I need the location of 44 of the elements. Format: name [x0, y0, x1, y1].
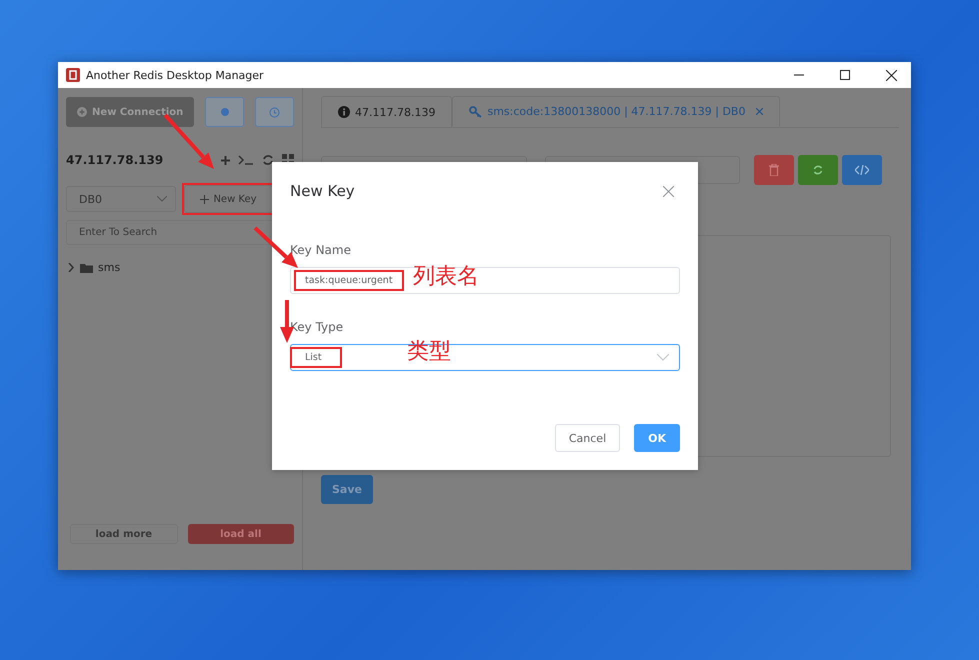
load-more-button[interactable]: load more [70, 524, 178, 544]
refresh-icon [813, 165, 823, 175]
app-logo-icon [66, 68, 80, 82]
refresh-icon[interactable] [262, 154, 274, 166]
key-icon [469, 106, 482, 118]
close-icon[interactable] [663, 186, 674, 196]
settings-button[interactable] [205, 97, 244, 127]
code-icon [855, 165, 869, 175]
dialog-title: New Key [290, 182, 355, 200]
folder-icon [80, 262, 93, 272]
load-all-button[interactable]: load all [188, 524, 294, 544]
annotation-label: 类型 [407, 341, 451, 363]
host-name: 47.117.78.139 [66, 153, 164, 167]
chevron-right-icon [68, 263, 75, 272]
refresh-button[interactable] [798, 155, 838, 185]
new-connection-button[interactable]: New Connection [66, 97, 194, 127]
code-button[interactable] [842, 155, 882, 185]
maximize-icon [840, 70, 850, 80]
field-value: task:queue:urgent [305, 275, 393, 286]
trash-icon [769, 164, 779, 176]
field-label: Key Name [290, 243, 352, 257]
clock-icon [269, 106, 280, 118]
close-icon[interactable] [756, 108, 764, 115]
save-button[interactable]: Save [321, 475, 373, 504]
annotation-arrow [164, 114, 214, 169]
highlight-frame [290, 347, 342, 368]
chevron-down-icon [157, 196, 167, 202]
plus-circle-icon [77, 107, 88, 117]
annotation-label: 列表名 [413, 266, 479, 288]
db-select[interactable]: DB0 [66, 186, 176, 212]
key-name-input[interactable]: task:queue:urgent 列表名 [290, 267, 680, 294]
tab[interactable]: 47.117.78.139 [321, 96, 452, 127]
info-icon [338, 106, 350, 118]
close-icon [886, 70, 896, 80]
ok-button[interactable]: OK [634, 424, 680, 452]
plus-icon [200, 194, 210, 204]
tab[interactable]: sms:code:13800138000 | 47.117.78.139 | DB0 [452, 96, 780, 127]
field-value: List [305, 352, 322, 363]
cancel-button[interactable]: Cancel [554, 424, 620, 452]
add-icon[interactable] [221, 156, 230, 164]
delete-button[interactable] [754, 155, 794, 185]
terminal-icon[interactable] [238, 155, 254, 165]
chevron-down-icon [657, 354, 669, 361]
window-title: Another Redis Desktop Manager [86, 68, 265, 82]
